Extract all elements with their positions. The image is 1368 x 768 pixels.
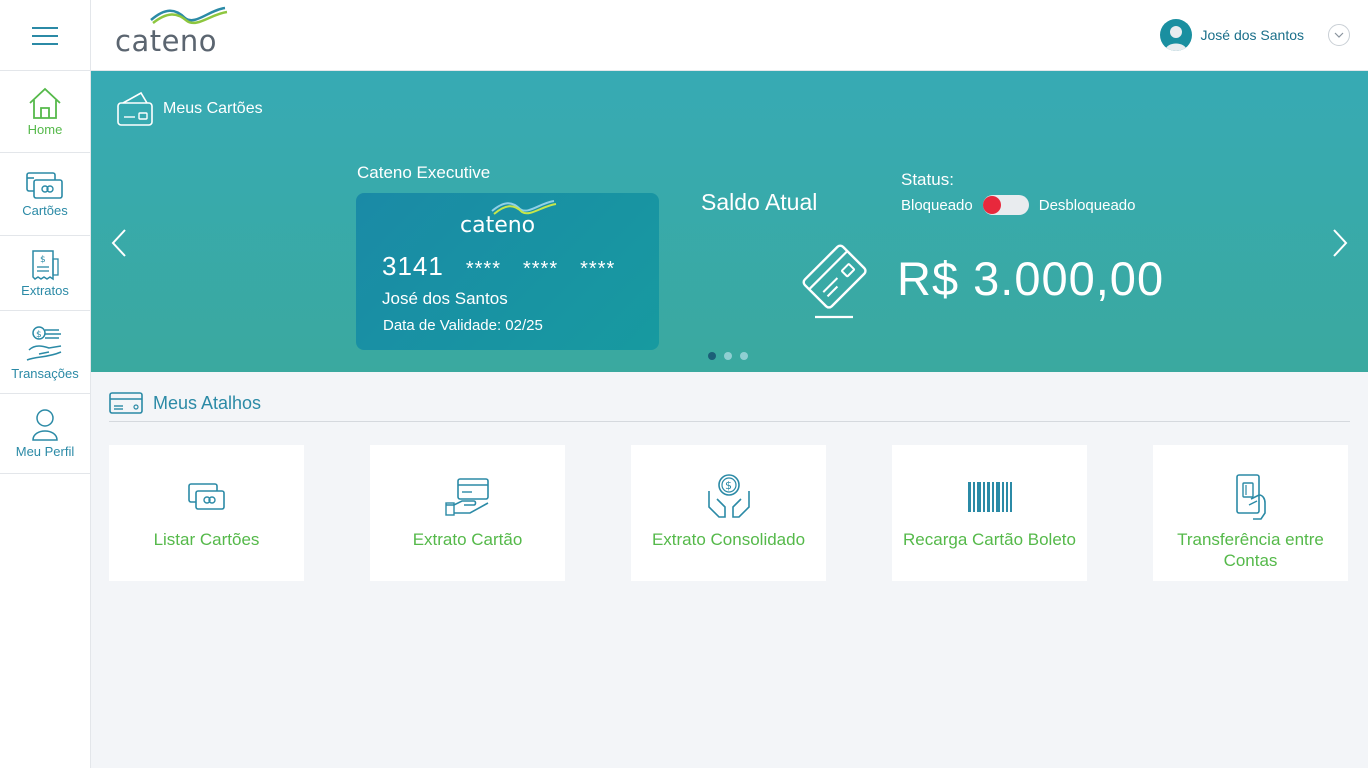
home-icon — [29, 87, 61, 119]
shortcut-label: Extrato Cartão — [412, 530, 523, 549]
cateno-logo[interactable]: cateno — [113, 6, 233, 58]
card-number-first: 3141 — [382, 251, 444, 281]
phone-card-icon — [1235, 474, 1266, 520]
shortcut-label: Listar Cartões — [153, 530, 260, 549]
credit-card[interactable]: cateno 3141 **** **** **** José dos Sant… — [356, 193, 659, 350]
svg-text:$: $ — [40, 255, 46, 265]
list-cards-icon — [187, 483, 225, 510]
card-outline-icon — [109, 392, 143, 414]
svg-text:$: $ — [725, 479, 732, 492]
status-blocked-label: Bloqueado — [901, 196, 973, 214]
card-logo-text: cateno — [460, 213, 536, 238]
user-dropdown-button[interactable] — [1328, 24, 1350, 46]
card-number-mask: **** — [580, 258, 616, 280]
user-silhouette-icon — [1165, 26, 1188, 51]
carousel-indicators — [708, 352, 748, 360]
chevron-left-icon — [111, 229, 126, 257]
card-tilted-icon — [802, 244, 867, 319]
shortcut-recarga-cartao-boleto[interactable]: Recarga Cartão Boleto — [892, 445, 1087, 581]
status-label: Status: — [901, 170, 954, 189]
sidebar-item-home[interactable]: Home — [0, 71, 90, 153]
card-hand-icon — [444, 478, 489, 516]
card-holder: José dos Santos — [382, 289, 508, 308]
sidebar-item-label: Transações — [11, 365, 79, 381]
wallet-card-icon — [117, 91, 153, 126]
top-bar: cateno José dos Santos — [0, 0, 1368, 71]
balance-label: Saldo Atual — [701, 189, 818, 215]
carousel-next-button[interactable] — [1330, 228, 1350, 258]
avatar[interactable] — [1160, 19, 1193, 51]
sidebar-item-label: Meu Perfil — [15, 444, 75, 459]
transactions-icon: $ — [26, 325, 62, 361]
svg-text:$: $ — [36, 330, 42, 340]
chevron-down-icon — [1334, 32, 1344, 38]
chevron-right-icon — [1333, 229, 1348, 257]
cards-icon — [26, 171, 63, 199]
card-number-mask: **** — [522, 258, 559, 280]
card-logo: cateno — [460, 199, 560, 239]
sidebar-item-label: Extratos — [21, 282, 69, 298]
shortcut-label: Extrato Consolidado — [651, 530, 806, 549]
balance-value: R$ 3.000,00 — [897, 252, 1165, 305]
shortcut-extrato-consolidado[interactable]: $ Extrato Consolidado — [631, 445, 826, 581]
carousel-dot[interactable] — [708, 352, 716, 360]
sidebar-item-meu-perfil[interactable]: Meu Perfil — [0, 394, 90, 474]
carousel-dot[interactable] — [740, 352, 748, 360]
sidebar-item-cartoes[interactable]: Cartões — [0, 153, 90, 236]
shortcuts-title: Meus Atalhos — [153, 392, 262, 413]
banner-title: Meus Cartões — [115, 91, 263, 127]
sidebar: Home Cartões $ Extratos $ Transações Meu… — [0, 71, 91, 768]
shortcuts-header: Meus Atalhos — [109, 385, 1350, 422]
status-toggle[interactable] — [982, 195, 1029, 215]
card-number: 3141 **** **** **** — [382, 251, 615, 282]
sidebar-item-label: Cartões — [22, 202, 68, 218]
shortcut-label: Recarga Cartão Boleto — [903, 530, 1076, 549]
menu-button[interactable] — [0, 0, 91, 71]
shortcut-extrato-cartao[interactable]: Extrato Cartão — [370, 445, 565, 581]
hamburger-icon — [32, 26, 58, 45]
toggle-knob — [982, 196, 1001, 214]
money-hands-icon: $ — [707, 474, 750, 518]
logo-text: cateno — [115, 24, 218, 58]
carousel-dot[interactable] — [724, 352, 732, 360]
shortcut-transferencia-entre-contas[interactable]: Transferência entre Contas — [1153, 445, 1348, 581]
sidebar-item-label: Home — [27, 122, 63, 137]
barcode-icon — [967, 482, 1012, 512]
statement-icon: $ — [32, 249, 59, 280]
status-toggle-row: Bloqueado Desbloqueado — [901, 195, 1135, 215]
shortcut-listar-cartoes[interactable]: Listar Cartões — [109, 445, 304, 581]
card-number-mask: **** — [465, 258, 501, 280]
status-unblocked-label: Desbloqueado — [1038, 196, 1136, 214]
sidebar-item-extratos[interactable]: $ Extratos — [0, 236, 90, 311]
card-name: Cateno Executive — [357, 163, 491, 182]
carousel-prev-button[interactable] — [109, 228, 129, 258]
profile-icon — [32, 409, 58, 441]
sidebar-item-transacoes[interactable]: $ Transações — [0, 311, 90, 394]
user-name[interactable]: José dos Santos — [1200, 27, 1304, 43]
banner-title-text: Meus Cartões — [163, 100, 263, 117]
card-validity: Data de Validade: 02/25 — [383, 317, 543, 334]
user-menu[interactable]: José dos Santos — [1160, 18, 1350, 52]
cards-carousel: Meus Cartões Cateno Executive cateno 314… — [91, 71, 1368, 372]
shortcut-label: Transferência entre Contas — [1177, 530, 1324, 570]
